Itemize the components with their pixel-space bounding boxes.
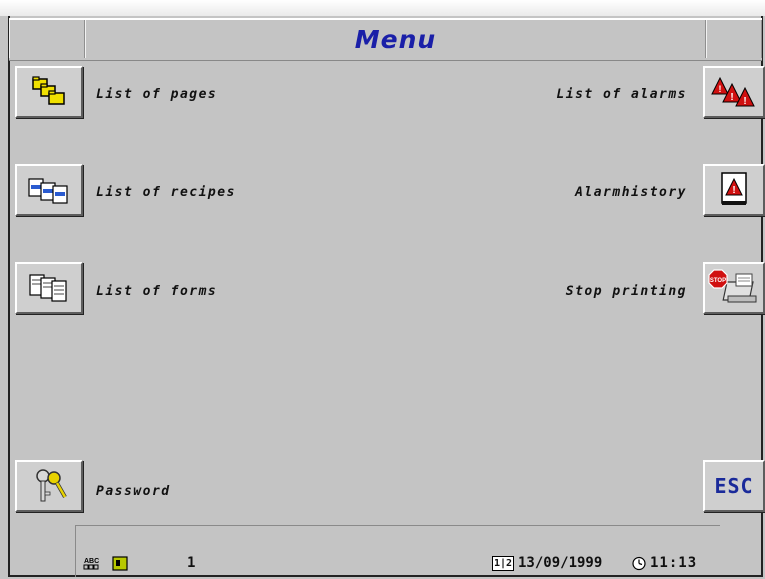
svg-text:!: ! xyxy=(732,185,735,196)
keys-icon xyxy=(36,469,67,502)
alarm-history-icon: ! xyxy=(721,172,747,205)
svg-text:!: ! xyxy=(743,96,746,107)
list-of-alarms-label: List of alarms xyxy=(556,87,687,102)
esc-button[interactable]: ESC xyxy=(703,460,765,512)
recipes-icon xyxy=(28,178,68,204)
calendar-icon: 1|2 xyxy=(492,556,514,571)
header-left-cell xyxy=(9,20,85,58)
list-of-forms-button[interactable] xyxy=(15,262,83,314)
status-bar: ABC 1 1|2 13/09/1999 11:13 xyxy=(83,555,713,575)
stop-printer-icon: STOP xyxy=(708,269,757,303)
alarms-icon: ! ! ! xyxy=(711,76,755,107)
list-of-recipes-button[interactable] xyxy=(15,164,83,216)
password-label: Password xyxy=(96,484,171,499)
folders-icon xyxy=(32,76,65,105)
status-time: 11:13 xyxy=(650,555,698,571)
svg-text:!: ! xyxy=(730,92,733,103)
menu-header: Menu xyxy=(9,18,762,61)
svg-text:STOP: STOP xyxy=(710,278,726,284)
abc-keyboard-icon[interactable]: ABC xyxy=(83,556,103,571)
page-title: Menu xyxy=(354,24,437,54)
header-title-cell: Menu xyxy=(85,20,706,58)
page-number: 1 xyxy=(187,555,196,571)
header-right-cell xyxy=(706,20,762,58)
password-button[interactable] xyxy=(15,460,83,512)
list-of-forms-label: List of forms xyxy=(96,284,218,299)
stop-printing-label: Stop printing xyxy=(565,284,687,299)
page-icon xyxy=(112,556,128,571)
svg-text:!: ! xyxy=(719,84,722,94)
window-top-bar xyxy=(0,0,765,16)
list-of-alarms-button[interactable]: ! ! ! xyxy=(703,66,765,118)
esc-label: ESC xyxy=(714,474,754,498)
clock-icon xyxy=(631,556,647,571)
forms-icon xyxy=(29,274,67,302)
list-of-pages-button[interactable] xyxy=(15,66,83,118)
alarmhistory-button[interactable]: ! xyxy=(703,164,765,216)
list-of-recipes-label: List of recipes xyxy=(96,185,236,200)
list-of-pages-label: List of pages xyxy=(96,87,218,102)
stop-printing-button[interactable]: STOP xyxy=(703,262,765,314)
svg-text:ABC: ABC xyxy=(84,558,99,565)
status-date: 13/09/1999 xyxy=(518,555,603,571)
alarmhistory-label: Alarmhistory xyxy=(575,185,687,200)
